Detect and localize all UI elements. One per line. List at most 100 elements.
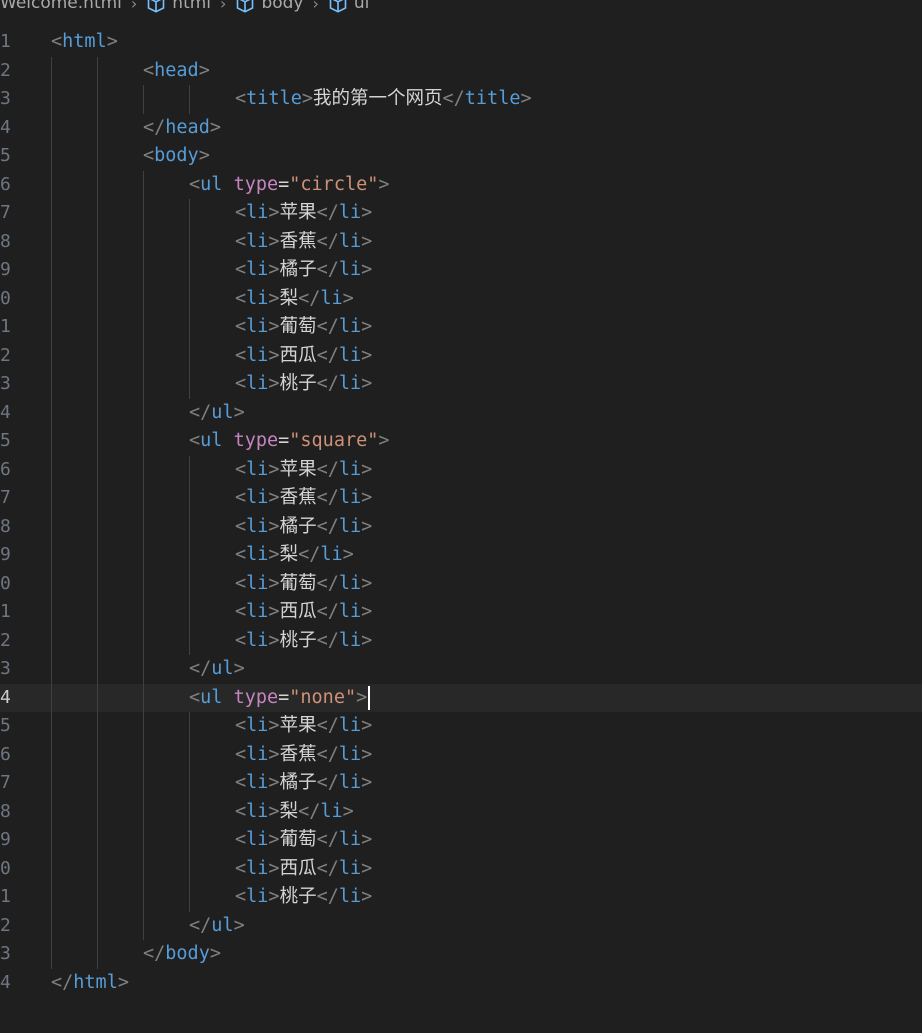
indent-guide [51,56,52,85]
element-text: 苹果 [279,458,317,480]
code-line[interactable]: 2 <li>西瓜</li> [0,341,922,370]
code-line[interactable]: 6 <li>香蕉</li> [0,740,922,769]
angle-bracket: > [233,914,245,936]
angle-bracket: </ [189,914,212,936]
indent-guide [97,142,98,171]
angle-bracket: > [361,259,373,280]
indent-guide [189,854,190,883]
code-line[interactable]: 4 </head> [0,113,922,142]
angle-bracket: </ [298,544,321,565]
chevron-right-icon: › [130,0,138,13]
angle-bracket: < [189,430,201,451]
attribute-name: type [233,686,279,708]
code-line[interactable]: 3 </ul> [0,655,922,684]
angle-bracket: > [378,430,390,451]
indent-guide [97,313,98,342]
code-line[interactable]: 0 <li>西瓜</li> [0,854,922,883]
tag-name: li [338,857,362,879]
code-line[interactable]: 8 <li>橘子</li> [0,512,922,541]
line-number: 0 [0,572,11,594]
indent-guide [143,541,144,570]
line-number: 3 [0,88,11,109]
tag-name: li [338,344,362,366]
breadcrumb-file[interactable]: Welcome.html [0,0,122,13]
element-text: 西瓜 [279,344,317,366]
code-line[interactable]: 1 <li>西瓜</li> [0,598,922,627]
indent-guide [51,142,52,171]
code-line[interactable]: 8 <li>梨</li> [0,797,922,827]
code-line[interactable]: 1 <li>桃子</li> [0,883,922,912]
code-line[interactable]: 7 <li>橘子</li> [0,769,922,798]
code-line[interactable]: 9 <li>葡萄</li> [0,826,922,855]
line-number: 1 [0,31,11,52]
breadcrumb-item-body[interactable]: body [235,0,303,13]
angle-bracket: > [361,857,373,879]
code-line[interactable]: 6 <ul type="circle"> [0,170,922,199]
angle-bracket: < [235,601,247,622]
angle-bracket: > [268,743,280,765]
breadcrumb-item-ul[interactable]: ul [328,0,369,13]
code-line[interactable]: 5 <ul type="square"> [0,427,922,456]
line-number: 7 [0,202,11,223]
code-line[interactable]: 5 <body> [0,142,922,171]
angle-bracket: > [268,800,280,822]
angle-bracket: < [235,373,247,394]
code-line[interactable]: 8 <li>香蕉</li> [0,227,922,256]
indent-guide [143,341,144,370]
angle-bracket: > [361,487,373,508]
code-line[interactable]: 4 <ul type="none"> [0,683,922,712]
breadcrumb-item-html[interactable]: html [146,0,211,13]
tag-name: li [246,886,269,907]
indent-guide [189,512,190,541]
indent-guide [51,911,52,940]
indent-guide [143,170,144,199]
code-content: <li>梨</li> [235,798,354,827]
code-line[interactable]: 7 <li>苹果</li> [0,199,922,228]
code-content: <ul type="square"> [189,427,390,456]
angle-bracket: > [268,259,280,280]
code-line[interactable]: 5 <li>苹果</li> [0,712,922,741]
line-number: 3 [0,373,11,394]
tag-name: li [338,743,362,765]
indent-guide [143,655,144,684]
indent-guide [97,199,98,228]
tag-name: li [246,800,269,822]
code-line[interactable]: 1 <li>葡萄</li> [0,313,922,342]
code-line[interactable]: 2 </ul> [0,911,922,940]
tag-name: li [338,373,362,394]
code-line[interactable]: 2 <head> [0,56,922,85]
code-line[interactable]: 9 <li>橘子</li> [0,256,922,285]
angle-bracket: </ [316,629,339,651]
code-line[interactable]: 3 <title>我的第一个网页</title> [0,85,922,114]
indent-guide [143,683,144,712]
code-line[interactable]: 0 <li>梨</li> [0,284,922,313]
indent-guide [51,284,52,313]
equals-sign: = [278,430,290,451]
tag-name: li [246,715,269,736]
angle-bracket: < [235,202,247,223]
code-line[interactable]: 3 <li>桃子</li> [0,370,922,399]
angle-bracket: </ [316,743,339,765]
element-text: 苹果 [279,202,317,223]
angle-bracket: > [361,743,373,765]
code-line[interactable]: 7 <li>香蕉</li> [0,484,922,513]
angle-bracket: > [342,800,354,822]
code-line[interactable]: 2 <li>桃子</li> [0,626,922,655]
code-line[interactable]: 4 </ul> [0,398,922,427]
indent-guide [143,455,144,484]
code-line[interactable]: 6 <li>苹果</li> [0,455,922,484]
indent-guide [97,85,98,114]
line-number: 5 [0,715,11,736]
code-content: <li>苹果</li> [235,712,372,741]
code-line[interactable]: 9 <li>梨</li> [0,541,922,570]
tag-name: head [154,59,199,81]
indent-guide [143,370,144,399]
code-line[interactable]: 1 <html> [0,28,922,57]
line-number: 8 [0,515,11,537]
code-line[interactable]: 4 </html> [0,969,922,998]
tag-name: body [154,145,199,166]
code-line[interactable]: 3 </body> [0,940,922,969]
code-editor[interactable]: 1 <html> 2 <head> 3 <title>我的第一个网页</title> 4 </… [0,28,922,997]
code-line[interactable]: 0 <li>葡萄</li> [0,569,922,598]
